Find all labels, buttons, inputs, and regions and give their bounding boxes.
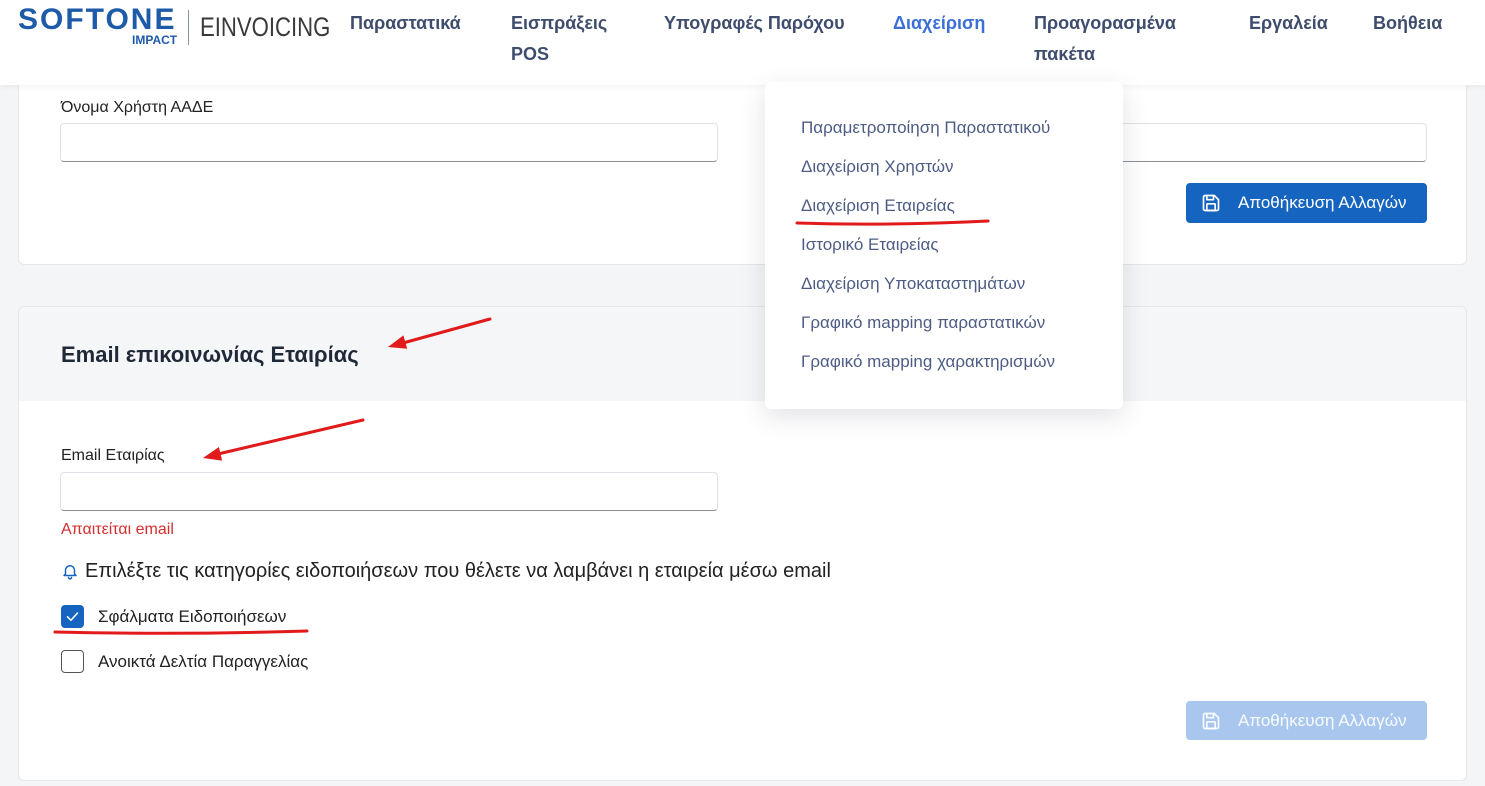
nav-item-prepaid-packages[interactable]: Προαγορασμένα πακέτα: [1034, 8, 1204, 70]
save-button-label: Αποθήκευση Αλλαγών: [1238, 710, 1407, 730]
product-name: EINVOICING: [200, 12, 331, 42]
card-title: Email επικοινωνίας Εταιρίας: [61, 342, 359, 367]
notification-prompt: Επιλέξτε τις κατηγορίες ειδοποιήσεων που…: [61, 558, 831, 584]
checkbox-error-notifications[interactable]: [61, 605, 84, 628]
save-button-label: Αποθήκευση Αλλαγών: [1238, 193, 1407, 212]
menu-item-document-settings[interactable]: Παραμετροποίηση Παραστατικού: [765, 108, 1123, 147]
aade-username-label: Όνομα Χρήστη ΑΑΔΕ: [61, 99, 214, 116]
save-icon: [1201, 193, 1221, 213]
management-dropdown-menu: Παραμετροποίηση Παραστατικού Διαχείριση …: [765, 82, 1123, 409]
company-email-label: Email Εταιρίας: [61, 447, 165, 464]
email-save-button[interactable]: Αποθήκευση Αλλαγών: [1186, 701, 1427, 740]
email-error-message: Απαιτείται email: [61, 521, 174, 538]
save-icon: [1201, 711, 1221, 731]
notification-prompt-text: Επιλέξτε τις κατηγορίες ειδοποιήσεων που…: [85, 560, 831, 582]
brand-logo-sub: IMPACT: [132, 33, 178, 47]
card-header: Email επικοινωνίας Εταιρίας: [19, 307, 1466, 401]
nav-item-tools[interactable]: Εργαλεία: [1249, 8, 1328, 39]
company-email-card: Email επικοινωνίας Εταιρίας Email Εταιρί…: [18, 306, 1467, 781]
bell-icon: [61, 561, 79, 581]
aade-username-input[interactable]: [60, 123, 718, 162]
checkbox-open-order-slips-label[interactable]: Ανοικτά Δελτία Παραγγελίας: [98, 651, 308, 673]
top-navbar: SOFTONE IMPACT EINVOICING Παραστατικά Ει…: [0, 0, 1485, 85]
menu-item-company-history[interactable]: Ιστορικό Εταιρείας: [765, 225, 1123, 264]
menu-item-document-mapping[interactable]: Γραφικό mapping παραστατικών: [765, 303, 1123, 342]
menu-item-user-management[interactable]: Διαχείριση Χρηστών: [765, 147, 1123, 186]
nav-item-pos-receipts[interactable]: Εισπράξεις POS: [511, 8, 636, 70]
aade-save-button[interactable]: Αποθήκευση Αλλαγών: [1186, 183, 1427, 223]
nav-item-provider-signatures[interactable]: Υπογραφές Παρόχου: [664, 8, 845, 39]
menu-item-branch-management[interactable]: Διαχείριση Υποκαταστημάτων: [765, 264, 1123, 303]
checkbox-open-order-slips[interactable]: [61, 650, 84, 673]
nav-item-help[interactable]: Βοήθεια: [1373, 8, 1442, 39]
nav-item-management[interactable]: Διαχείριση: [893, 8, 985, 39]
logo-divider: [188, 10, 189, 45]
menu-item-characterization-mapping[interactable]: Γραφικό mapping χαρακτηρισμών: [765, 342, 1123, 381]
menu-item-company-management[interactable]: Διαχείριση Εταιρείας: [765, 186, 1123, 225]
check-icon: [66, 612, 79, 622]
brand-logo[interactable]: SOFTONE: [18, 4, 176, 36]
nav-item-documents[interactable]: Παραστατικά: [350, 8, 461, 39]
checkbox-error-notifications-label[interactable]: Σφάλματα Ειδοποιήσεων: [98, 606, 286, 628]
company-email-input[interactable]: [60, 472, 718, 511]
